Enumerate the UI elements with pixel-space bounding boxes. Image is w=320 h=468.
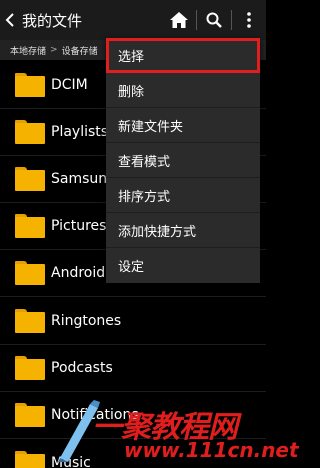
search-icon bbox=[206, 12, 222, 28]
menu-item-select[interactable]: 选择 bbox=[106, 38, 260, 73]
folder-icon bbox=[15, 120, 45, 144]
folder-name: Pictures bbox=[51, 218, 107, 234]
folder-icon bbox=[15, 73, 45, 97]
menu-item-sort-by[interactable]: 排序方式 bbox=[106, 178, 260, 213]
breadcrumb-root[interactable]: 本地存储 bbox=[10, 44, 46, 57]
folder-icon bbox=[15, 309, 45, 333]
folder-icon bbox=[15, 356, 45, 380]
folder-name: Podcasts bbox=[51, 360, 113, 376]
folder-icon bbox=[15, 403, 45, 427]
watermark-url: www.111cn.net bbox=[124, 438, 299, 462]
more-options-button[interactable] bbox=[232, 0, 266, 40]
more-vert-icon bbox=[247, 12, 251, 28]
watermark: 一聚教程网 www.111cn.net bbox=[52, 398, 299, 468]
menu-item-view-mode[interactable]: 查看模式 bbox=[106, 143, 260, 178]
folder-icon bbox=[15, 261, 45, 285]
list-item[interactable]: Podcasts bbox=[0, 345, 266, 392]
menu-item-settings[interactable]: 设定 bbox=[106, 248, 260, 283]
folder-name: Ringtones bbox=[51, 313, 122, 329]
folder-name: Playlists bbox=[51, 124, 109, 140]
list-item[interactable]: Ringtones bbox=[0, 298, 266, 345]
chevron-left-icon bbox=[5, 13, 14, 27]
home-icon bbox=[170, 12, 188, 28]
overflow-menu: 选择 删除 新建文件夹 查看模式 排序方式 添加快捷方式 设定 bbox=[106, 38, 260, 283]
page-title: 我的文件 bbox=[22, 11, 83, 30]
home-button[interactable] bbox=[162, 0, 196, 40]
app-bar: 我的文件 bbox=[0, 0, 266, 40]
folder-name: Android bbox=[51, 265, 106, 281]
folder-icon bbox=[15, 450, 45, 468]
breadcrumb-current[interactable]: 设备存储 bbox=[62, 44, 98, 57]
search-button[interactable] bbox=[197, 0, 231, 40]
folder-name: DCIM bbox=[51, 77, 88, 93]
menu-item-add-shortcut[interactable]: 添加快捷方式 bbox=[106, 213, 260, 248]
folder-icon bbox=[15, 214, 45, 238]
menu-item-new-folder[interactable]: 新建文件夹 bbox=[106, 108, 260, 143]
chevron-right-icon: > bbox=[50, 45, 58, 55]
app-bar-actions bbox=[162, 0, 266, 40]
folder-icon bbox=[15, 167, 45, 191]
menu-item-delete[interactable]: 删除 bbox=[106, 73, 260, 108]
back-button[interactable] bbox=[0, 0, 20, 40]
